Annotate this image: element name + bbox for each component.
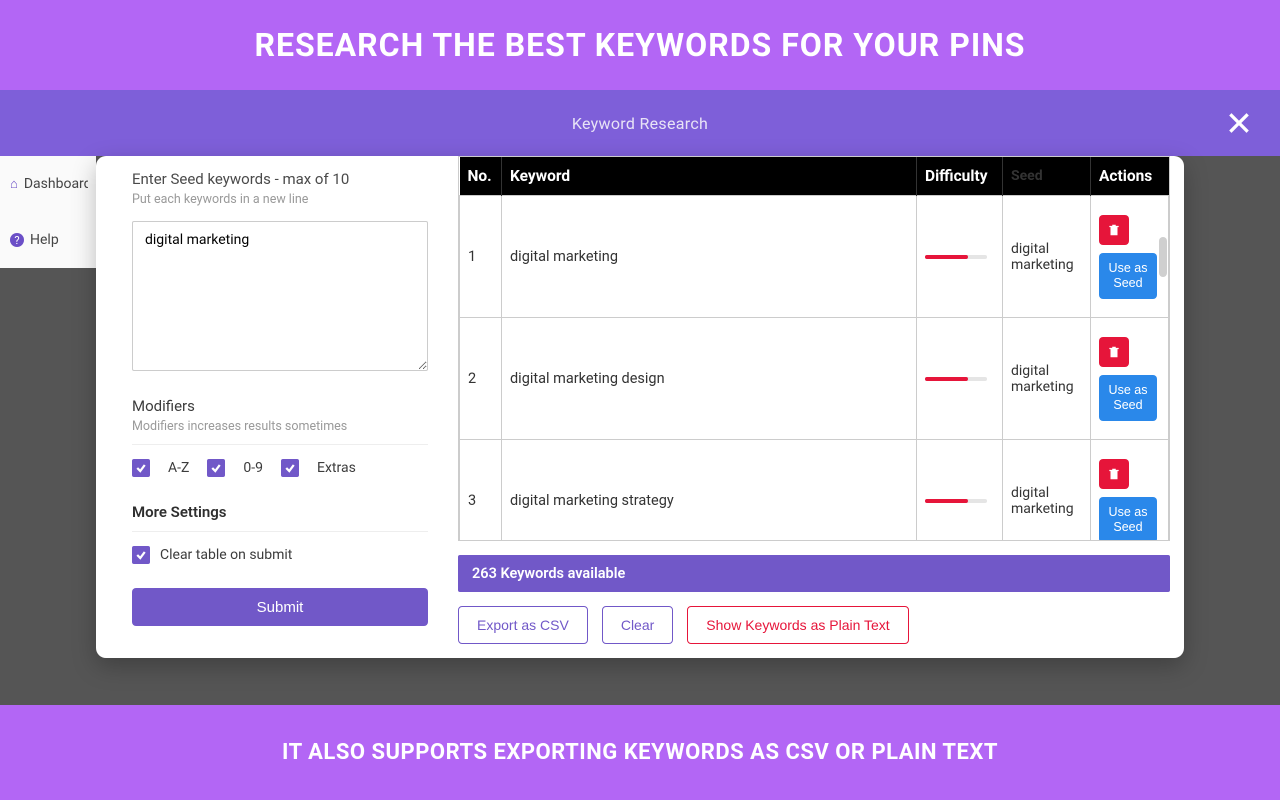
th-actions: Actions <box>1091 157 1169 196</box>
promo-subline: IT ALSO SUPPORTS EXPORTING KEYWORDS AS C… <box>282 740 998 765</box>
scrollbar-thumb[interactable] <box>1159 237 1167 277</box>
nav-dashboard-label: Dashboard <box>24 176 88 192</box>
cell-seed: digital marketing <box>1003 196 1091 318</box>
modal-title: Keyword Research <box>572 114 708 133</box>
th-seed: Seed <box>1003 157 1091 196</box>
modifiers-row: A-Z 0-9 Extras <box>132 459 428 477</box>
show-plain-text-button[interactable]: Show Keywords as Plain Text <box>687 606 908 644</box>
trash-icon <box>1107 467 1121 481</box>
th-keyword: Keyword <box>502 157 917 196</box>
trash-icon <box>1107 223 1121 237</box>
seed-label: Enter Seed keywords - max of 10 <box>132 170 428 188</box>
help-icon: ? <box>10 233 24 247</box>
checkbox-clear-table[interactable] <box>132 546 150 564</box>
clear-table-row: Clear table on submit <box>132 546 428 564</box>
close-icon[interactable] <box>1226 110 1252 136</box>
results-table-wrap: No. Keyword Difficulty Seed Actions 1 di… <box>458 156 1170 541</box>
modifiers-title: Modifiers <box>132 397 428 415</box>
difficulty-bar <box>925 255 987 259</box>
promo-headline: RESEARCH THE BEST KEYWORDS FOR YOUR PINS <box>254 26 1025 64</box>
seed-hint: Put each keywords in a new line <box>132 192 428 207</box>
results-table: No. Keyword Difficulty Seed Actions 1 di… <box>459 157 1169 541</box>
cell-no: 1 <box>460 196 502 318</box>
side-nav: ⌂ Dashboard ? Help <box>0 156 96 268</box>
checkbox-extras-label: Extras <box>317 460 356 476</box>
cell-keyword: digital marketing strategy <box>502 440 917 542</box>
difficulty-bar <box>925 377 987 381</box>
table-row: 3 digital marketing strategy digital mar… <box>460 440 1169 542</box>
seed-textarea[interactable] <box>132 221 428 371</box>
cell-difficulty <box>917 196 1003 318</box>
th-difficulty: Difficulty <box>917 157 1003 196</box>
cell-no: 2 <box>460 318 502 440</box>
cell-seed: digital marketing <box>1003 318 1091 440</box>
use-as-seed-button[interactable]: Use as Seed <box>1099 497 1157 542</box>
submit-button[interactable]: Submit <box>132 588 428 626</box>
cell-actions: Use as Seed <box>1091 440 1169 542</box>
table-row: 2 digital marketing design digital marke… <box>460 318 1169 440</box>
cell-keyword: digital marketing <box>502 196 917 318</box>
promo-banner-bottom: IT ALSO SUPPORTS EXPORTING KEYWORDS AS C… <box>0 705 1280 800</box>
checkbox-az-label: A-Z <box>168 460 189 476</box>
trash-icon <box>1107 345 1121 359</box>
cell-keyword: digital marketing design <box>502 318 917 440</box>
promo-banner-top: RESEARCH THE BEST KEYWORDS FOR YOUR PINS <box>0 0 1280 90</box>
keywords-available-bar: 263 Keywords available <box>458 555 1170 592</box>
more-settings-title: More Settings <box>132 503 428 532</box>
cell-actions: Use as Seed <box>1091 196 1169 318</box>
delete-button[interactable] <box>1099 459 1129 489</box>
app-backdrop: Keyword Research ⌂ Dashboard ? Help Ente… <box>0 90 1280 705</box>
checkbox-az[interactable] <box>132 459 150 477</box>
cell-seed: digital marketing <box>1003 440 1091 542</box>
checkbox-09-label: 0-9 <box>243 460 263 476</box>
th-no: No. <box>460 157 502 196</box>
checkbox-09[interactable] <box>207 459 225 477</box>
cell-difficulty <box>917 318 1003 440</box>
nav-dashboard[interactable]: ⌂ Dashboard <box>8 170 88 198</box>
delete-button[interactable] <box>1099 337 1129 367</box>
home-icon: ⌂ <box>10 176 18 192</box>
table-row: 1 digital marketing digital marketing Us… <box>460 196 1169 318</box>
nav-help-label: Help <box>30 232 59 248</box>
checkbox-extras[interactable] <box>281 459 299 477</box>
delete-button[interactable] <box>1099 215 1129 245</box>
export-csv-button[interactable]: Export as CSV <box>458 606 588 644</box>
cell-no: 3 <box>460 440 502 542</box>
use-as-seed-button[interactable]: Use as Seed <box>1099 375 1157 421</box>
use-as-seed-button[interactable]: Use as Seed <box>1099 253 1157 299</box>
clear-button[interactable]: Clear <box>602 606 673 644</box>
modifiers-hint: Modifiers increases results sometimes <box>132 419 428 445</box>
difficulty-bar <box>925 499 987 503</box>
modal-card: Enter Seed keywords - max of 10 Put each… <box>96 156 1184 658</box>
nav-help[interactable]: ? Help <box>8 226 88 254</box>
checkbox-clear-table-label: Clear table on submit <box>160 547 292 563</box>
left-panel: Enter Seed keywords - max of 10 Put each… <box>96 156 458 658</box>
bottom-actions: Export as CSV Clear Show Keywords as Pla… <box>458 606 1170 644</box>
modal-header: Keyword Research <box>0 90 1280 156</box>
right-panel: No. Keyword Difficulty Seed Actions 1 di… <box>458 156 1184 658</box>
cell-difficulty <box>917 440 1003 542</box>
cell-actions: Use as Seed <box>1091 318 1169 440</box>
